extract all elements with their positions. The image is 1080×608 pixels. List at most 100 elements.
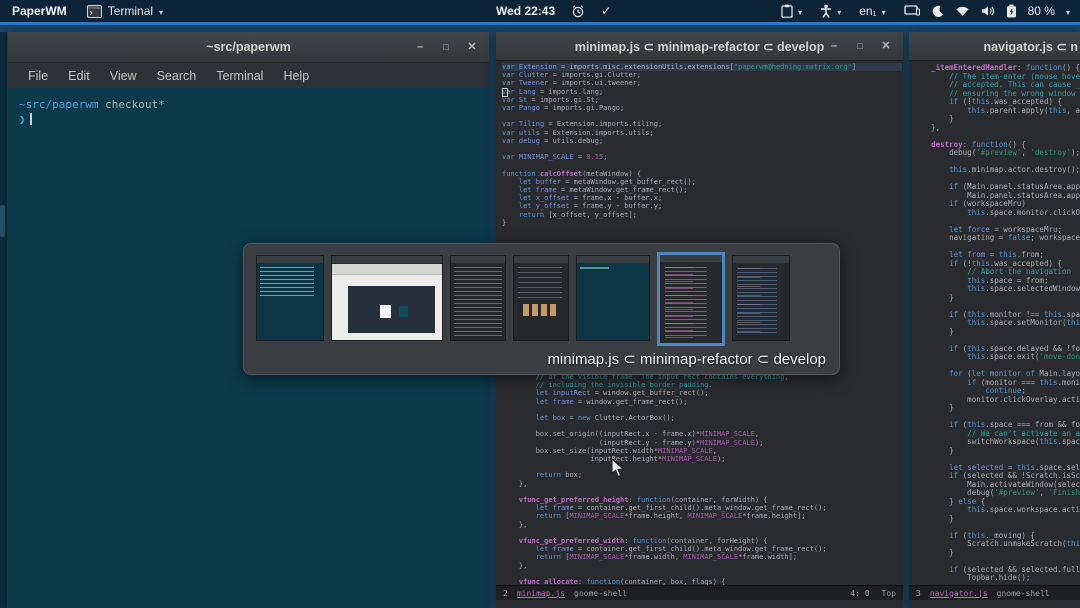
minimize-button[interactable]: – — [821, 40, 847, 52]
check-icon: ✓ — [601, 4, 612, 18]
navigator-title: navigator.js ⊂ n — [983, 39, 1078, 54]
top-bar: PaperWM Terminal ▾ Wed 22:43 ✓ ▾ ▾ en₁ ▾… — [0, 0, 1080, 22]
accessibility-person-icon — [821, 4, 832, 18]
clipboard-icon — [781, 4, 793, 18]
menu-item[interactable]: Edit — [58, 69, 100, 83]
modeline-window-number: 3 — [916, 588, 921, 598]
editor-title: minimap.js ⊂ minimap-refactor ⊂ develop — [574, 39, 825, 54]
code-line: } — [913, 326, 954, 336]
topbar-accent-line — [0, 22, 1080, 25]
code-line: }, — [502, 479, 528, 488]
thumbnail-body — [660, 263, 722, 343]
chevron-down-icon: ▾ — [881, 7, 886, 17]
code-line: let frame = container.get_first_child().… — [535, 504, 827, 513]
modeline-position: 4: 0 — [850, 588, 870, 598]
navigator-code[interactable]: _itemEnteredHandler: function() { // The… — [913, 64, 1080, 586]
code-line: var MINIMAP_SCALE = 0.15; — [502, 153, 608, 162]
code-line: var Tweener = imports.ui.tweener; — [502, 79, 642, 88]
editor-code-bottom[interactable]: // of the visible frame. The input rect … — [502, 373, 902, 586]
paperwm-menu[interactable]: PaperWM — [12, 4, 67, 18]
offscreen-window-handle[interactable] — [0, 205, 5, 237]
code-line: }, — [502, 561, 528, 570]
terminal-title: ~src/paperwm — [206, 40, 291, 54]
navigator-modeline: 3 navigator.js gnome-shell — [909, 585, 1080, 600]
code-line: var Clutter = imports.gi.Clutter; — [502, 71, 642, 80]
modeline-window-number: 2 — [503, 588, 508, 598]
code-line: this.space.exit('move-done'); — [967, 352, 1080, 361]
terminal-titlebar[interactable]: ~src/paperwm – □ ✕ — [8, 32, 489, 63]
code-line: let buffer = metaWindow.get_buffer_rect(… — [518, 177, 696, 186]
keyboard-layout-menu[interactable]: en₁ ▾ — [859, 4, 885, 18]
modeline-buffer-name: minimap.js — [516, 588, 565, 598]
maximize-button[interactable]: □ — [847, 41, 873, 51]
code-line: this.space.monitor.clickOverlay.r — [967, 207, 1080, 217]
alarm-icon — [572, 5, 584, 18]
code-line: return [x_offset, y_offset]; — [518, 210, 637, 219]
code-line: } — [502, 218, 507, 227]
minimize-button[interactable]: – — [407, 41, 433, 53]
volume-icon — [981, 6, 994, 16]
wifi-icon — [956, 6, 969, 16]
code-line: let frame = metaWindow.get_frame_rect(); — [518, 186, 688, 195]
switcher-thumbnail-terminal-empty[interactable] — [576, 255, 650, 341]
clock[interactable]: Wed 22:43 — [496, 4, 555, 18]
code-line: let frame = window.get_frame_rect(); — [535, 397, 688, 406]
switcher-thumbnail-browser[interactable] — [331, 255, 443, 341]
terminal-prompt-line: ❯ — [19, 112, 489, 127]
keyboard-layout-label: en₁ — [859, 4, 877, 18]
thumbnail-titlebar — [257, 256, 323, 264]
code-line: return [MINIMAP_SCALE*frame.height, MINI… — [535, 512, 806, 521]
code-line: (inputRect.y - frame.y)*MINIMAP_SCALE); — [502, 438, 764, 447]
switcher-thumbnail-editor[interactable] — [732, 255, 790, 341]
terminal-cursor — [29, 113, 32, 125]
clipboard-menu[interactable]: ▾ — [781, 4, 802, 18]
code-line: vfunc_get_preferred_height: function(con… — [518, 496, 768, 505]
accessibility-menu[interactable]: ▾ — [820, 4, 841, 18]
app-menu[interactable]: Terminal ▾ — [86, 4, 163, 18]
menu-item[interactable]: File — [18, 69, 58, 83]
thumbnail-body — [451, 264, 505, 340]
code-line: debug('#preview', 'destroy'); — [913, 148, 1080, 157]
terminal-git-line: ~src/paperwm checkout* — [19, 98, 165, 111]
menu-item[interactable]: View — [100, 69, 147, 83]
code-line: this.minimap.actor.destroy(); — [949, 165, 1080, 174]
code-line: } — [913, 445, 954, 455]
thumbnail-titlebar — [332, 256, 442, 264]
thumbnail-titlebar — [451, 256, 505, 264]
menu-item[interactable]: Help — [273, 69, 319, 83]
switcher-thumbnail-files[interactable] — [450, 255, 506, 341]
navigator-window: navigator.js ⊂ n _itemEnteredHandler: fu… — [909, 32, 1080, 608]
chevron-down-icon: ▾ — [1065, 7, 1070, 17]
maximize-button[interactable]: □ — [433, 42, 459, 52]
thumbnail-titlebar — [660, 255, 722, 263]
terminal-menubar: File Edit View Search Terminal Help — [8, 63, 489, 89]
close-button[interactable]: ✕ — [873, 40, 899, 52]
switcher-thumbnail-editor-focus[interactable] — [657, 252, 725, 346]
editor-code-top[interactable]: var Extension = imports.misc.extensionUt… — [502, 63, 902, 227]
menu-item[interactable]: Terminal — [206, 69, 273, 83]
thumbnail-titlebar — [733, 256, 789, 264]
code-line: var Pango = imports.gi.Pango; — [502, 104, 625, 113]
menu-item[interactable]: Search — [147, 69, 207, 83]
switcher-thumbnail-terminal[interactable] — [256, 255, 324, 341]
code-line: } — [913, 403, 954, 412]
mouse-cursor — [611, 458, 625, 478]
code-line: inputRect.height*MINIMAP_SCALE); — [502, 455, 726, 464]
terminal-app-icon — [86, 4, 102, 18]
editor-titlebar[interactable]: minimap.js ⊂ minimap-refactor ⊂ develop … — [496, 32, 903, 61]
switcher-thumbnail-doc[interactable] — [513, 255, 569, 341]
navigator-titlebar[interactable]: navigator.js ⊂ n — [909, 32, 1080, 61]
close-button[interactable]: ✕ — [459, 41, 485, 53]
display-icon — [903, 5, 920, 16]
system-menu[interactable]: 80 % ▾ — [903, 4, 1070, 18]
thumbnail-body — [577, 264, 649, 340]
code-line: } — [913, 547, 954, 557]
editor-modeline: 2 minimap.js gnome-shell 4: 0 Top — [496, 585, 903, 600]
modeline-mode: gnome-shell — [996, 588, 1050, 598]
night-light-moon-icon — [932, 5, 943, 17]
code-line: vfunc_get_preferred_width: function(cont… — [518, 537, 768, 546]
